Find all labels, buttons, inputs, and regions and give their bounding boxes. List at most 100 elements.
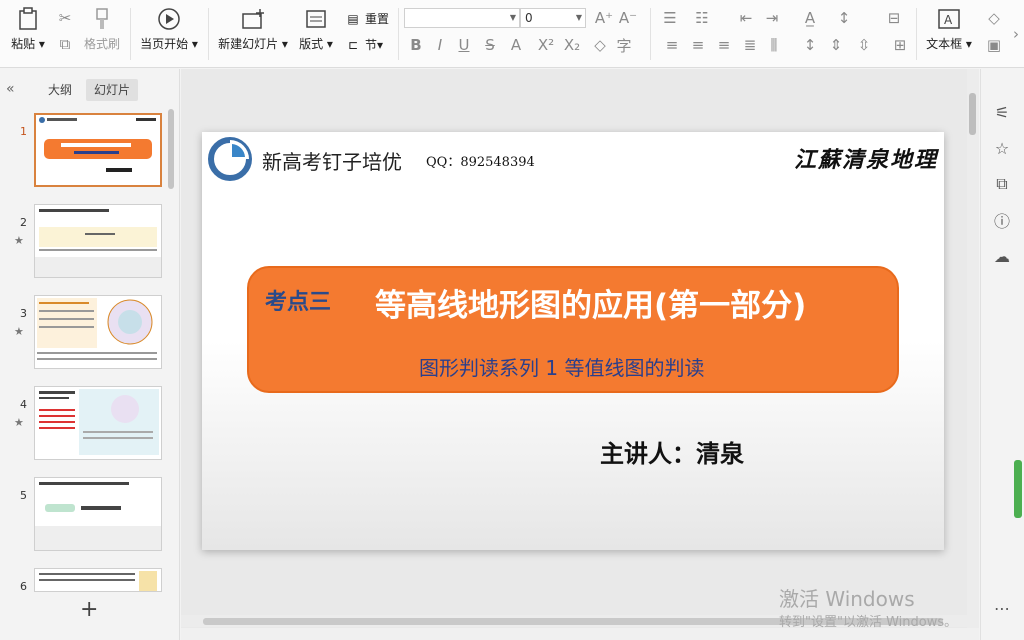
svg-text:A: A — [944, 13, 953, 27]
font-color-icon[interactable]: A — [506, 35, 526, 55]
superscript-icon[interactable]: X² — [536, 35, 556, 55]
slide-transition-icon[interactable]: ⧉ — [991, 173, 1013, 195]
paste-button[interactable]: 粘贴 ▾ — [8, 0, 48, 52]
slide-thumbnail-row[interactable]: 4 ★ — [0, 386, 170, 466]
ribbon-expand-icon[interactable]: › — [1010, 24, 1022, 44]
align-objects-icon[interactable]: ⊟ — [884, 8, 904, 28]
backup-icon[interactable]: ☁ — [991, 245, 1013, 267]
help-icon[interactable]: ⓘ — [991, 209, 1013, 231]
collapse-panel-icon[interactable]: « — [6, 81, 15, 97]
strikethrough-icon[interactable]: S — [480, 35, 500, 55]
justify-icon[interactable]: ≣ — [740, 35, 760, 55]
side-scroll-indicator[interactable] — [1014, 460, 1022, 518]
slide-thumbnail-3[interactable] — [34, 295, 162, 369]
font-name-combo[interactable]: ▼ — [404, 8, 520, 28]
distribute-icon[interactable]: ⫼ — [764, 35, 784, 55]
thumbnail-scrollbar[interactable] — [168, 109, 174, 189]
copy-icon[interactable]: ⧉ — [55, 34, 75, 54]
font-size-combo[interactable]: 0 ▼ — [520, 8, 586, 28]
picture-icon[interactable]: ▣ — [984, 35, 1004, 55]
bullet-list-icon[interactable]: ☰ — [660, 8, 680, 28]
slide-editing-canvas: 新高考钉子培优 QQ：892548394 江蘇清泉地理 考点三 等高线地形图的应… — [181, 69, 979, 640]
slide-number: 1 — [20, 125, 27, 138]
layout-button[interactable]: 版式 ▾ — [296, 0, 336, 52]
underline-icon[interactable]: U — [454, 35, 474, 55]
sort-icon[interactable]: ↕ — [834, 8, 854, 28]
section-icon: ⊏ — [347, 37, 359, 52]
star-icon[interactable]: ☆ — [991, 137, 1013, 159]
decrease-indent-icon[interactable]: ⇤ — [736, 8, 756, 28]
shapes-icon[interactable]: ◇ — [984, 8, 1004, 28]
divider — [916, 8, 917, 60]
tab-slides[interactable]: 幻灯片 — [86, 79, 139, 101]
divider — [208, 8, 209, 60]
reset-label: 重置 — [365, 12, 390, 26]
slide-thumbnail-row[interactable]: 2 ★ — [0, 204, 170, 284]
divider — [650, 8, 651, 60]
slide-number: 2 — [20, 216, 27, 229]
qq-contact: QQ：892548394 — [426, 155, 535, 170]
reset-button[interactable]: ▤ 重置 — [344, 10, 389, 27]
new-slide-label: 新建幻灯片 — [218, 37, 279, 51]
right-sidebar: ⚟ ☆ ⧉ ⓘ ☁ ⋯ — [980, 69, 1024, 640]
increase-font-icon[interactable]: A⁺ — [594, 8, 614, 28]
play-from-current-button[interactable]: 当页开始 ▾ — [138, 0, 200, 52]
play-icon — [155, 6, 183, 32]
text-direction-icon[interactable]: A̲ — [800, 8, 820, 28]
line-spacing-icon[interactable]: ↕ — [800, 35, 820, 55]
textbox-icon: A — [935, 6, 963, 32]
decrease-font-icon[interactable]: A⁻ — [618, 8, 638, 28]
animation-star-icon: ★ — [14, 325, 24, 338]
current-slide[interactable]: 新高考钉子培优 QQ：892548394 江蘇清泉地理 考点三 等高线地形图的应… — [202, 132, 944, 550]
align-left-icon[interactable]: ≡ — [662, 35, 682, 55]
new-slide-button[interactable]: 新建幻灯片 ▾ — [216, 0, 290, 52]
brush-icon — [88, 6, 116, 32]
clear-format-icon[interactable]: ◇ — [590, 35, 610, 55]
status-bar — [181, 628, 979, 640]
textbox-label: 文本框 — [926, 37, 963, 51]
more-options-icon[interactable]: ⋯ — [991, 597, 1013, 619]
reset-icon: ▤ — [347, 11, 359, 26]
numbered-list-icon[interactable]: ☷ — [692, 8, 712, 28]
slide-thumbnail-1[interactable] — [34, 113, 162, 187]
slide-thumbnail-5[interactable] — [34, 477, 162, 551]
slide-thumbnail-row[interactable]: 3 ★ — [0, 295, 170, 375]
slide-navigator-panel: « 大纲 幻灯片 1 2 ★ 3 ★ 4 ★ 5 6 + — [0, 69, 180, 640]
slide-number: 4 — [20, 398, 27, 411]
slide-number: 6 — [20, 580, 27, 593]
calligraphy-signature: 江蘇清泉地理 — [793, 147, 938, 173]
format-painter-button[interactable]: 格式刷 — [82, 0, 122, 52]
vertical-scroll-thumb[interactable] — [969, 93, 976, 135]
slide-thumbnail-2[interactable] — [34, 204, 162, 278]
slide-thumbnail-4[interactable] — [34, 386, 162, 460]
slide-main-title: 等高线地形图的应用(第一部分) — [375, 288, 807, 324]
paragraph-spacing-icon[interactable]: ⇕ — [826, 35, 846, 55]
play-from-current-label: 当页开始 — [140, 37, 189, 51]
clipboard-icon — [14, 6, 42, 32]
cut-icon[interactable]: ✂ — [55, 8, 75, 28]
slide-thumbnail-row[interactable]: 5 — [0, 477, 170, 557]
ribbon-toolbar: 粘贴 ▾ ✂ ⧉ 格式刷 当页开始 ▾ 新建幻灯片 ▾ 版式 ▾ ▤ 重置 ⊏ … — [0, 0, 1024, 68]
vertical-scrollbar[interactable] — [967, 69, 979, 640]
align-right-icon[interactable]: ≡ — [714, 35, 734, 55]
divider — [130, 8, 131, 60]
slide-number: 5 — [20, 489, 27, 502]
slide-number: 3 — [20, 307, 27, 320]
slide-thumbnail-6[interactable] — [34, 568, 162, 592]
bold-icon[interactable]: B — [406, 35, 426, 55]
textbox-button[interactable]: A 文本框 ▾ — [924, 0, 974, 52]
align-center-icon[interactable]: ≡ — [688, 35, 708, 55]
text-align-icon[interactable]: ⊞ — [890, 35, 910, 55]
topic-tag: 考点三 — [265, 290, 332, 315]
column-icon[interactable]: ⇳ — [854, 35, 874, 55]
section-button[interactable]: ⊏ 节 ▾ — [344, 36, 383, 53]
phonetic-guide-icon[interactable]: 字 — [614, 35, 634, 55]
settings-sliders-icon[interactable]: ⚟ — [991, 101, 1013, 123]
subscript-icon[interactable]: X₂ — [562, 35, 582, 55]
slide-thumbnail-row[interactable]: 1 — [0, 113, 170, 193]
tab-outline[interactable]: 大纲 — [40, 79, 80, 101]
increase-indent-icon[interactable]: ⇥ — [762, 8, 782, 28]
add-slide-button[interactable]: + — [80, 597, 98, 622]
layout-label: 版式 — [299, 37, 324, 51]
italic-icon[interactable]: I — [430, 35, 450, 55]
